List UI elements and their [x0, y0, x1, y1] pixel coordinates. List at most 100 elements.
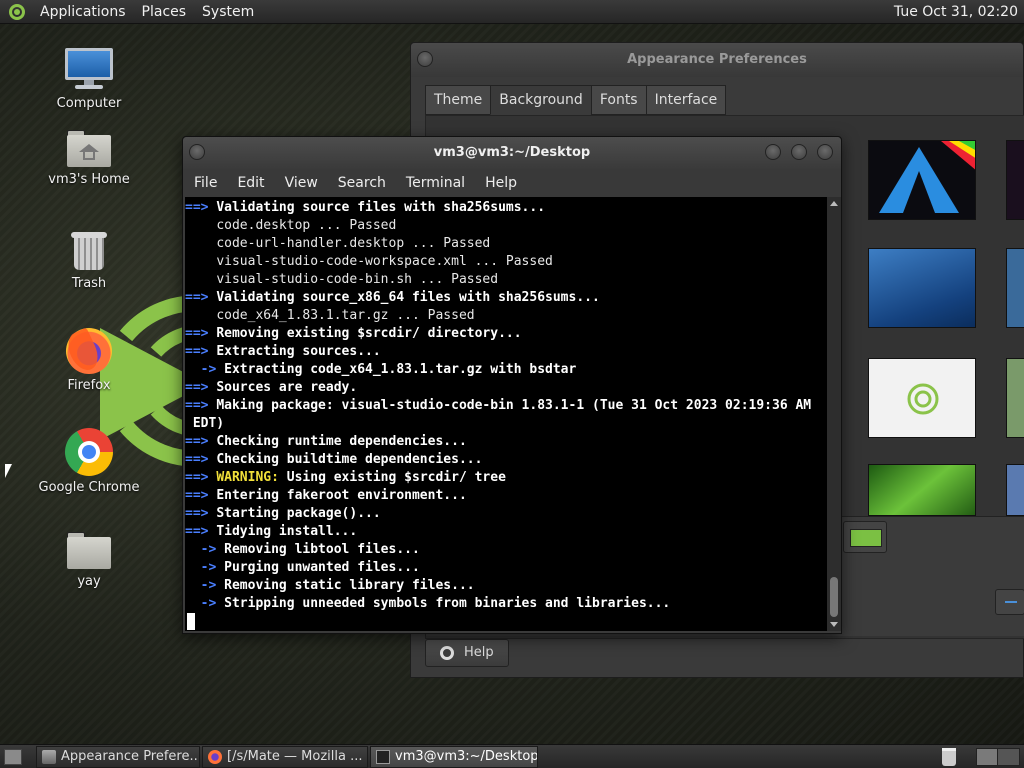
- wallpaper-thumb-edge[interactable]: [1006, 140, 1024, 220]
- window-titlebar[interactable]: vm3@vm3:~/Desktop: [183, 137, 841, 169]
- line-prefix: ==>: [185, 290, 217, 305]
- desktop-icon-label: Firefox: [67, 378, 111, 393]
- desktop-icon-chrome[interactable]: Google Chrome: [34, 428, 144, 495]
- workspace-switcher[interactable]: [976, 748, 1020, 766]
- menu-applications[interactable]: Applications: [32, 0, 134, 24]
- menu-terminal[interactable]: Terminal: [399, 175, 472, 191]
- line-prefix: ==>: [185, 380, 217, 395]
- terminal-window[interactable]: vm3@vm3:~/Desktop File Edit View Search …: [182, 136, 842, 634]
- terminal-line: code_x64_1.83.1.tar.gz ... Passed: [185, 307, 827, 325]
- clock[interactable]: Tue Oct 31, 02:20: [894, 0, 1018, 24]
- trash-applet-icon[interactable]: [942, 748, 956, 766]
- line-text: Removing existing $srcdir/ directory...: [216, 326, 522, 341]
- desktop-icon-label: Trash: [71, 276, 107, 291]
- workspace-2[interactable]: [999, 749, 1020, 765]
- menu-view[interactable]: View: [278, 175, 325, 191]
- line-prefix: ->: [185, 578, 225, 593]
- terminal-line: ==> Checking buildtime dependencies...: [185, 451, 827, 469]
- window-title: vm3@vm3:~/Desktop: [433, 145, 591, 160]
- scrollbar-thumb[interactable]: [830, 577, 838, 617]
- remove-button[interactable]: [995, 589, 1024, 615]
- line-prefix: ==>: [185, 326, 217, 341]
- top-panel: Applications Places System Tue Oct 31, 0…: [0, 0, 1024, 24]
- terminal-line: ==> Tidying install...: [185, 523, 827, 541]
- wallpaper-thumb-mate-light[interactable]: [868, 358, 976, 438]
- help-label: Help: [464, 645, 494, 660]
- line-text: Tidying install...: [216, 524, 358, 539]
- scroll-down-icon[interactable]: [830, 622, 838, 627]
- window-titlebar[interactable]: Appearance Preferences: [411, 43, 1023, 77]
- minimize-icon[interactable]: [765, 144, 781, 160]
- desktop-icon-label: yay: [77, 574, 101, 589]
- terminal-line: -> Removing libtool files...: [185, 541, 827, 559]
- terminal-output[interactable]: ==> Validating source files with sha256s…: [185, 197, 827, 631]
- wallpaper-thumb-blue[interactable]: [868, 248, 976, 328]
- line-prefix: ==>: [185, 344, 217, 359]
- tab-theme[interactable]: Theme: [425, 85, 492, 115]
- terminal-line: ==> Sources are ready.: [185, 379, 827, 397]
- line-prefix: ==>: [185, 200, 217, 215]
- terminal-line: ==> Making package: visual-studio-code-b…: [185, 397, 827, 415]
- wallpaper-thumb-arch[interactable]: [868, 140, 976, 220]
- wallpaper-thumb-edge[interactable]: [1006, 358, 1024, 438]
- line-prefix: ==>: [185, 488, 217, 503]
- task-label: vm3@vm3:~/Desktop: [395, 749, 538, 764]
- task-label: Appearance Prefere...: [61, 749, 200, 764]
- terminal-line: ==> Validating source_x86_64 files with …: [185, 289, 827, 307]
- wallpaper-thumb-leaf[interactable]: [868, 464, 976, 516]
- line-text: Using existing $srcdir/ tree: [278, 470, 506, 485]
- trash-icon: [71, 230, 107, 272]
- close-icon[interactable]: [817, 144, 833, 160]
- line-prefix: ==>: [185, 434, 217, 449]
- desktop-icon-computer[interactable]: Computer: [34, 46, 144, 111]
- menu-edit[interactable]: Edit: [230, 175, 271, 191]
- terminal-line: EDT): [185, 415, 827, 433]
- terminal-scrollbar[interactable]: [827, 197, 841, 631]
- desktop-icon-yay[interactable]: yay: [34, 530, 144, 589]
- color-swatch-button[interactable]: [843, 521, 887, 553]
- line-text: code.desktop ... Passed: [216, 218, 397, 233]
- tab-interface[interactable]: Interface: [645, 85, 727, 115]
- terminal-line: visual-studio-code-bin.sh ... Passed: [185, 271, 827, 289]
- help-icon: [440, 646, 454, 660]
- line-prefix: ==>: [185, 506, 217, 521]
- wallpaper-thumb-edge[interactable]: [1006, 464, 1024, 516]
- desktop-icon-firefox[interactable]: Firefox: [34, 327, 144, 393]
- terminal-line: ==> Extracting sources...: [185, 343, 827, 361]
- line-text: Validating source files with sha256sums.…: [216, 200, 546, 215]
- line-prefix: ==>: [185, 398, 217, 413]
- line-prefix: ->: [185, 596, 225, 611]
- task-firefox[interactable]: [/s/Mate — Mozilla ...: [202, 746, 368, 768]
- desktop-icon-label: Google Chrome: [38, 480, 140, 495]
- task-appearance[interactable]: Appearance Prefere...: [36, 746, 200, 768]
- line-text: Starting package()...: [216, 506, 381, 521]
- desktop-icon-trash[interactable]: Trash: [34, 230, 144, 291]
- line-text: Purging unwanted files...: [224, 560, 420, 575]
- line-text: Stripping unneeded symbols from binaries…: [224, 596, 671, 611]
- terminal-line: ==> Starting package()...: [185, 505, 827, 523]
- menu-places[interactable]: Places: [134, 0, 195, 24]
- workspace-1[interactable]: [977, 749, 998, 765]
- line-prefix: ==>: [185, 452, 217, 467]
- appearance-tabs: Theme Background Fonts Interface: [425, 85, 727, 115]
- menu-search[interactable]: Search: [331, 175, 393, 191]
- line-prefix: [185, 236, 216, 251]
- scroll-up-icon[interactable]: [830, 201, 838, 206]
- mate-logo-icon[interactable]: [8, 3, 26, 21]
- tab-fonts[interactable]: Fonts: [590, 85, 647, 115]
- desktop-icon-home[interactable]: vm3's Home: [34, 128, 144, 187]
- desktop-icon-label: Computer: [56, 96, 122, 111]
- terminal-line: -> Stripping unneeded symbols from binar…: [185, 595, 827, 613]
- task-terminal[interactable]: vm3@vm3:~/Desktop: [370, 746, 538, 768]
- show-desktop-icon[interactable]: [4, 749, 22, 765]
- maximize-icon[interactable]: [791, 144, 807, 160]
- task-label: [/s/Mate — Mozilla ...: [227, 749, 363, 764]
- menu-system[interactable]: System: [194, 0, 262, 24]
- help-button[interactable]: Help: [425, 639, 509, 667]
- menu-help[interactable]: Help: [478, 175, 524, 191]
- tab-background[interactable]: Background: [490, 85, 592, 115]
- wallpaper-thumb-edge[interactable]: [1006, 248, 1024, 328]
- line-text: Validating source_x86_64 files with sha2…: [216, 290, 600, 305]
- menu-file[interactable]: File: [187, 175, 224, 191]
- terminal-line: ==> Checking runtime dependencies...: [185, 433, 827, 451]
